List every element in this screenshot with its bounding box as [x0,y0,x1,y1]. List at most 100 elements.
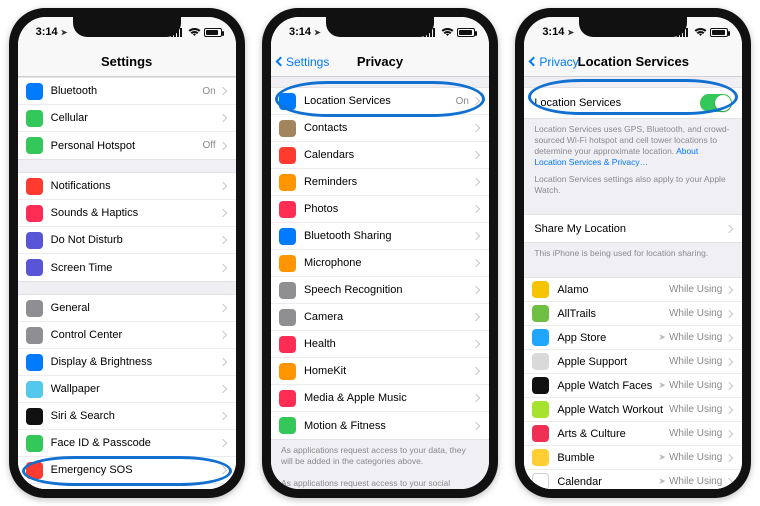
nav-bar: Settings [18,47,236,77]
list-item[interactable]: Calendars [271,142,489,169]
list-item[interactable]: Media & Apple Music [271,385,489,412]
item-label: Siri & Search [51,410,220,422]
list-item[interactable]: HomeKit [271,358,489,385]
footer-text: Location Services settings also apply to… [524,174,742,202]
page-title: Location Services [578,54,689,69]
bell-icon [26,178,43,195]
chevron-right-icon [725,382,733,390]
privacy-list[interactable]: Location ServicesOn Contacts CalendarsRemi… [271,77,489,489]
page-title: Settings [101,54,152,69]
list-item[interactable]: Calendar➤While Using [524,470,742,489]
item-label: General [51,302,220,314]
chevron-right-icon [472,124,480,132]
screen-1: 3:14 ➤ Settings BluetoothOnCellularPerso… [18,17,236,489]
list-item[interactable]: Health [271,331,489,358]
settings-group: BluetoothOnCellularPersonal HotspotOff [18,77,236,160]
list-item[interactable]: Motion & Fitness [271,412,489,439]
list-item[interactable]: Apple Watch Faces➤While Using [524,374,742,398]
chevron-right-icon [218,358,226,366]
chevron-right-icon [725,454,733,462]
nav-bar: Privacy Location Services [524,47,742,77]
health-icon [279,336,296,353]
list-item[interactable]: Face ID & Passcode [18,430,236,457]
item-label: Calendar [557,476,658,488]
list-item[interactable]: Location ServicesOn [271,88,489,115]
location-services-list[interactable]: Location ServicesLocation Services uses … [524,77,742,489]
chevron-right-icon [218,141,226,149]
list-item[interactable]: Microphone [271,250,489,277]
list-item[interactable]: AllTrailsWhile Using [524,302,742,326]
list-item[interactable]: Wallpaper [18,376,236,403]
reminders-icon [279,174,296,191]
share-my-location-row[interactable]: Share My Location [524,215,742,242]
faceid-icon [26,435,43,452]
item-label: Contacts [304,122,473,134]
mic-icon [279,255,296,272]
list-item[interactable]: Screen Time [18,254,236,281]
item-label: Wallpaper [51,383,220,395]
back-button[interactable]: Privacy [530,47,578,76]
app-icon [532,449,549,466]
list-item[interactable]: Emergency SOS [18,457,236,484]
item-label: Photos [304,203,473,215]
about-link[interactable]: About Location Services & Privacy… [534,146,698,167]
list-item[interactable]: Siri & Search [18,403,236,430]
chevron-right-icon [472,232,480,240]
settings-list[interactable]: BluetoothOnCellularPersonal HotspotOff No… [18,77,236,489]
list-item[interactable]: Do Not Disturb [18,227,236,254]
list-item[interactable]: Bluetooth Sharing [271,223,489,250]
chevron-right-icon [218,466,226,474]
item-label: App Store [557,332,658,344]
wallpaper-icon [26,381,43,398]
list-item[interactable]: Personal HotspotOff [18,132,236,159]
list-item[interactable]: Apple SupportWhile Using [524,350,742,374]
battery-icon [26,489,43,490]
list-item[interactable]: Sounds & Haptics [18,200,236,227]
item-detail: While Using [669,476,722,487]
list-item[interactable]: Control Center [18,322,236,349]
list-item[interactable]: AlamoWhile Using [524,278,742,302]
list-item[interactable]: Battery [18,484,236,489]
list-item[interactable]: App Store➤While Using [524,326,742,350]
battery-icon [710,28,728,37]
list-item[interactable]: Cellular [18,105,236,132]
list-item[interactable]: Display & Brightness [18,349,236,376]
list-item[interactable]: Arts & CultureWhile Using [524,422,742,446]
location-services-toggle-row[interactable]: Location Services [524,88,742,118]
status-time: 3:14 [542,26,564,38]
hourglass-icon [26,259,43,276]
chevron-right-icon [218,439,226,447]
siri-icon [26,408,43,425]
settings-group: NotificationsSounds & HapticsDo Not Dist… [18,172,236,282]
list-item[interactable]: Camera [271,304,489,331]
location-services-toggle[interactable] [700,94,732,112]
app-icon [532,473,549,489]
phone-frame-3: 3:14 ➤ Privacy Location Services Locatio… [515,8,751,498]
item-label: Motion & Fitness [304,420,473,432]
chevron-right-icon [472,421,480,429]
item-label: Alamo [557,284,669,296]
back-button[interactable]: Settings [277,47,329,76]
location-arrow-icon: ➤ [658,452,666,463]
camera-icon [279,309,296,326]
list-item[interactable]: Photos [271,196,489,223]
notch [579,17,687,37]
list-item[interactable]: BluetoothOn [18,78,236,105]
item-label: Location Services [304,95,456,107]
phone-frame-1: 3:14 ➤ Settings BluetoothOnCellularPerso… [9,8,245,498]
sound-icon [26,205,43,222]
list-item[interactable]: Contacts [271,115,489,142]
item-detail: On [456,96,469,107]
item-label: Bluetooth [51,85,203,97]
moon-icon [26,232,43,249]
list-item[interactable]: Apple Watch WorkoutWhile Using [524,398,742,422]
back-label: Privacy [539,55,578,69]
list-item[interactable]: Bumble➤While Using [524,446,742,470]
list-item[interactable]: General [18,295,236,322]
list-item[interactable]: Reminders [271,169,489,196]
list-item[interactable]: Notifications [18,173,236,200]
chevron-left-icon [276,57,286,67]
item-label: Speech Recognition [304,284,473,296]
list-item[interactable]: Speech Recognition [271,277,489,304]
chevron-right-icon [472,178,480,186]
